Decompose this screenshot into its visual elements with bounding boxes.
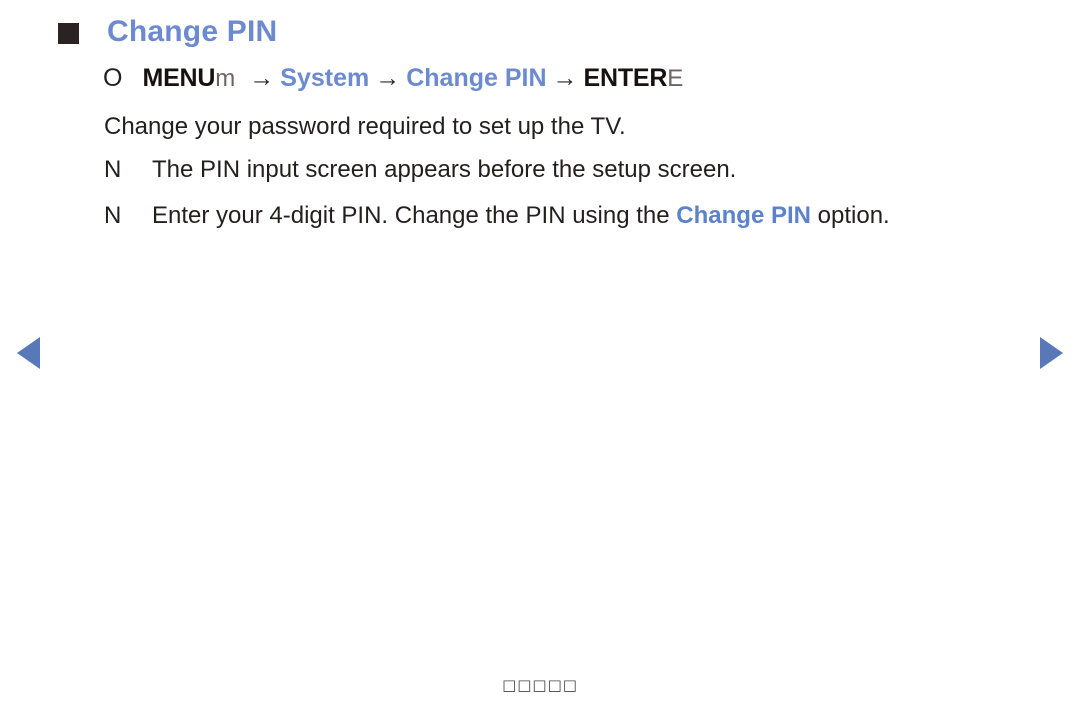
path-arrow-icon-3: → xyxy=(552,64,578,92)
note-item-2: N Enter your 4-digit PIN. Change the PIN… xyxy=(104,204,890,228)
note-text-1-part: The PIN input screen appears before the … xyxy=(152,156,737,183)
enter-button-label: ENTER xyxy=(583,64,668,92)
description-text: Change your password required to set up … xyxy=(104,113,626,140)
note-marker-icon: N xyxy=(104,156,122,183)
enter-remote-key-icon: E xyxy=(667,65,684,92)
circle-marker-icon: O xyxy=(103,64,123,92)
right-triangle-icon[interactable] xyxy=(1040,337,1063,369)
note-text-2-highlight[interactable]: Change PIN xyxy=(676,202,811,229)
menu-path: O MENUm → System → Change PIN → ENTERE xyxy=(103,66,683,91)
note-text-2-after: option. xyxy=(810,202,890,229)
note-text-2-before: Enter your 4-digit PIN. Change the PIN u… xyxy=(152,202,677,229)
path-arrow-icon-2: → xyxy=(375,64,401,92)
menu-step-system[interactable]: System xyxy=(280,64,369,92)
note-text-2: Enter your 4-digit PIN. Change the PIN u… xyxy=(152,204,890,228)
page-root: Change PIN O MENUm → System → Change PIN → ENT… xyxy=(0,0,1080,705)
note-marker-icon: N xyxy=(104,202,122,229)
page-title: Change PIN xyxy=(107,15,278,48)
menu-button-label: MENU xyxy=(142,64,216,92)
note-item-1: N The PIN input screen appears before th… xyxy=(104,158,736,182)
left-triangle-icon[interactable] xyxy=(17,337,40,369)
menu-path-body: MENUm → System → Change PIN → ENTERE xyxy=(142,66,683,91)
menu-remote-key-icon: m xyxy=(215,65,236,92)
menu-step-change-pin[interactable]: Change PIN xyxy=(406,64,546,92)
section-heading: Change PIN xyxy=(58,17,277,47)
path-arrow-icon-1: → xyxy=(249,64,275,92)
footer-page-label: □□□□□ xyxy=(502,676,578,694)
filled-square-icon xyxy=(58,23,79,44)
note-text-1: The PIN input screen appears before the … xyxy=(152,158,736,182)
